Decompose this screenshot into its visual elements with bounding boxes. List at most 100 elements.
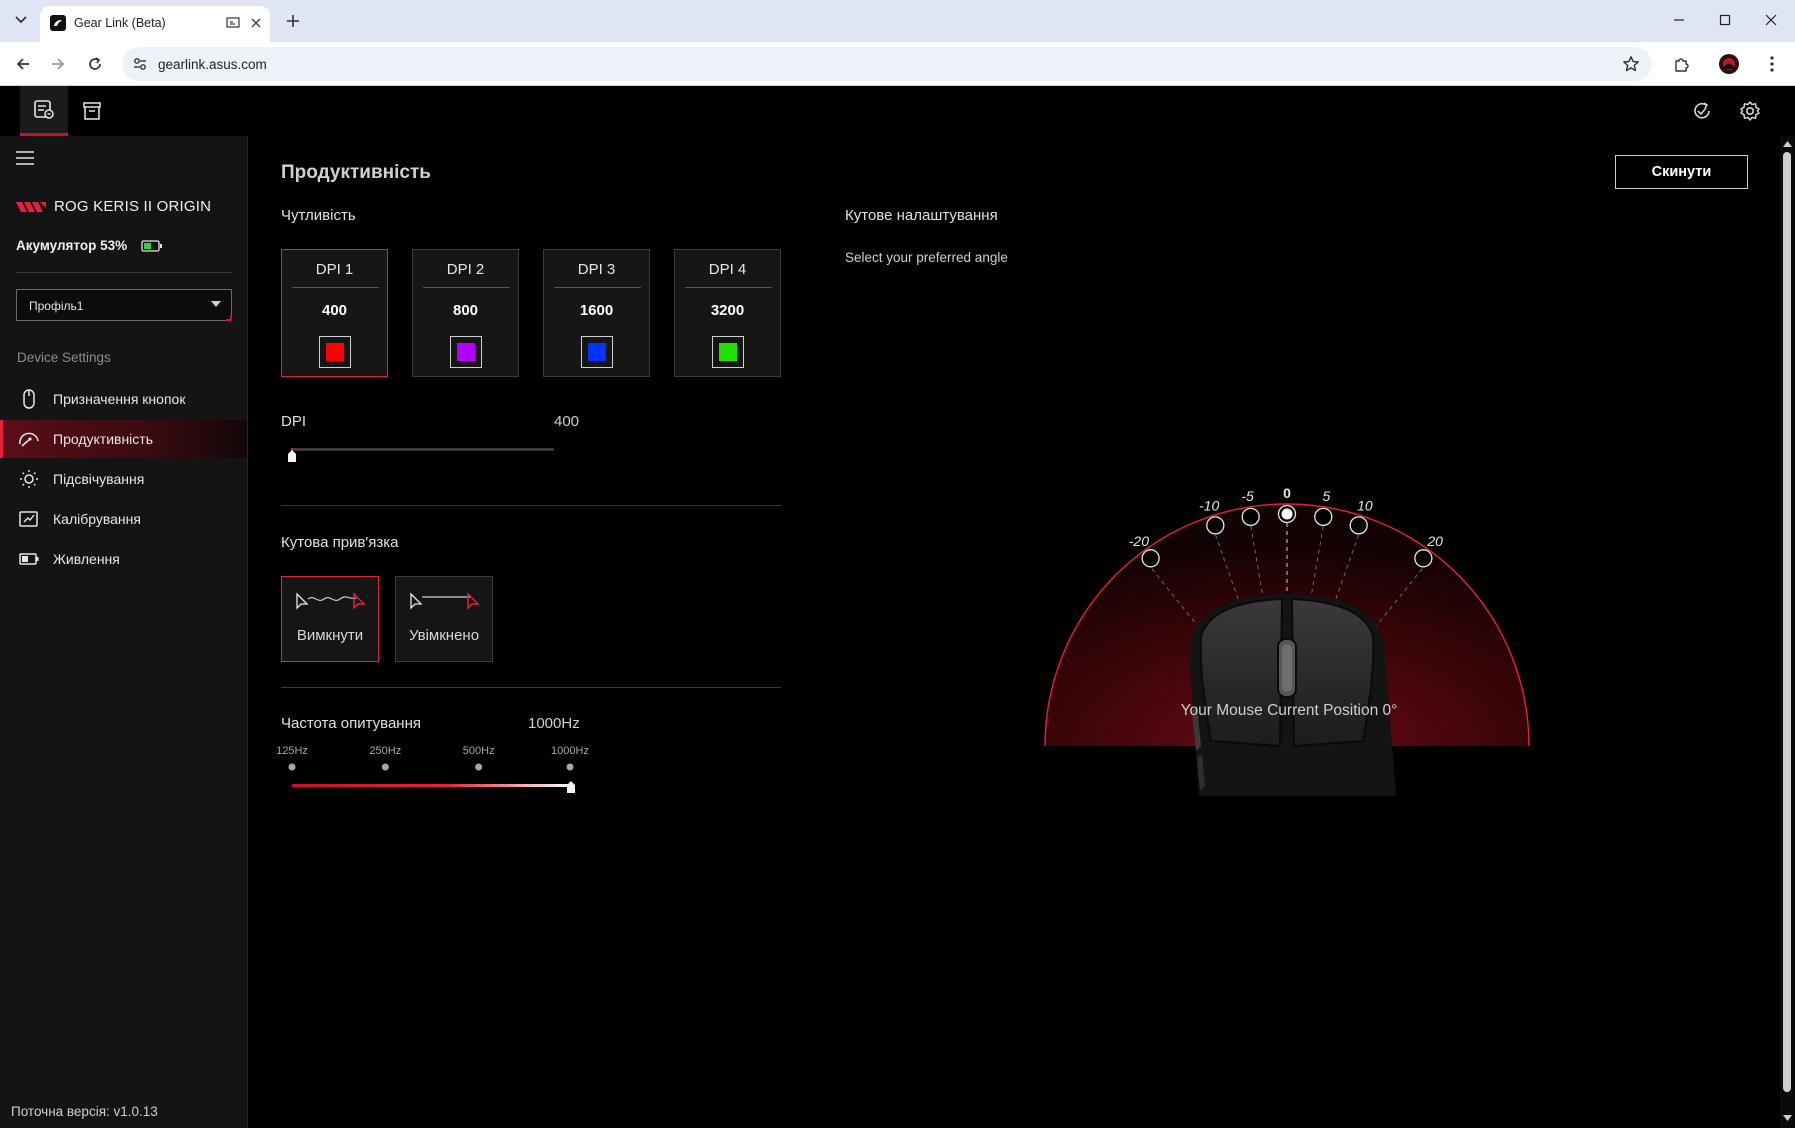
dpi-color-swatch [719, 343, 737, 361]
devices-tab[interactable] [20, 86, 68, 136]
sidebar-item-label: Калібрування [53, 511, 141, 527]
angle-option-label[interactable]: 20 [1426, 533, 1443, 549]
angle-option--5[interactable] [1241, 507, 1260, 527]
lighting-icon [20, 470, 38, 488]
angle-option-20[interactable] [1414, 549, 1433, 568]
menu-toggle-button[interactable] [16, 151, 38, 169]
device-settings-icon [34, 99, 54, 119]
scrollbar-thumb[interactable] [1783, 152, 1791, 1092]
arrow-right-icon [52, 58, 65, 70]
sensitivity-title: Чутливість [281, 207, 356, 224]
browser-tab[interactable]: Gear Link (Beta) [40, 6, 270, 42]
angle-snapping-off-option[interactable]: Вимкнути [281, 576, 379, 662]
sidebar-item-power[interactable]: Живлення [0, 540, 247, 578]
store-tab[interactable] [68, 86, 116, 136]
profile-avatar-button[interactable] [1717, 52, 1741, 76]
polling-rate-slider[interactable]: 125Hz 250Hz 500Hz 1000Hz [275, 743, 595, 803]
sidebar-item-button-assignment[interactable]: Призначення кнопок [0, 380, 247, 418]
close-tab-icon[interactable] [250, 17, 262, 29]
dpi-slider-track [291, 448, 554, 451]
dpi-stage-card[interactable]: DPI 4 3200 [674, 249, 781, 377]
dpi-slider[interactable] [281, 436, 581, 466]
dpi-slider-handle[interactable] [288, 450, 296, 462]
caret-down-icon [211, 301, 221, 307]
maximize-icon [1719, 14, 1731, 26]
dpi-color-picker[interactable] [712, 336, 744, 368]
update-sync-button[interactable] [1689, 98, 1715, 124]
bookmark-star-icon[interactable] [1622, 55, 1640, 73]
close-window-button[interactable] [1756, 8, 1786, 32]
scroll-down-icon[interactable] [1780, 1112, 1795, 1124]
main-content: Продуктивність Скинути Чутливість DPI 1 … [249, 136, 1780, 1128]
polling-option-dot[interactable] [475, 763, 483, 771]
sidebar-item-performance[interactable]: Продуктивність [0, 420, 247, 458]
forward-button[interactable] [46, 52, 70, 76]
puzzle-icon [1675, 58, 1689, 72]
dpi-color-swatch [326, 343, 344, 361]
straight-cursor-icon [410, 592, 480, 610]
browser-menu-button[interactable] [1760, 52, 1784, 76]
angle-option-label[interactable]: -5 [1241, 488, 1254, 504]
polling-option-label[interactable]: 250Hz [369, 745, 401, 757]
angle-option-label[interactable]: 10 [1357, 497, 1373, 513]
new-tab-button[interactable] [282, 10, 304, 32]
polling-slider-handle[interactable] [567, 781, 575, 793]
address-bar[interactable]: gearlink.asus.com [122, 47, 1652, 81]
sidebar-item-calibration[interactable]: Калібрування [0, 500, 247, 538]
mouse-illustration [1189, 594, 1396, 796]
sidebar-item-lighting[interactable]: Підсвічування [0, 460, 247, 498]
dpi-color-picker[interactable] [319, 336, 351, 368]
dpi-card-divider [554, 287, 641, 288]
close-icon [1765, 14, 1777, 26]
minimize-button[interactable] [1664, 8, 1694, 32]
angle-option-10[interactable] [1349, 516, 1368, 535]
reload-button[interactable] [83, 52, 107, 76]
dpi-stage-card[interactable]: DPI 2 800 [412, 249, 519, 377]
polling-option-label[interactable]: 500Hz [463, 745, 495, 757]
dpi-color-picker[interactable] [581, 336, 613, 368]
plus-icon [287, 15, 299, 27]
polling-option-dot[interactable] [381, 763, 389, 771]
settings-button[interactable] [1737, 98, 1763, 124]
angle-option-label[interactable]: 5 [1323, 488, 1331, 504]
dpi-color-swatch [457, 343, 475, 361]
chevron-down-icon [15, 16, 27, 24]
angle-option-label[interactable]: -10 [1199, 497, 1219, 513]
dpi-stage-card[interactable]: DPI 1 400 [281, 249, 388, 377]
scroll-up-icon[interactable] [1780, 138, 1795, 150]
maximize-button[interactable] [1710, 8, 1740, 32]
tab-search-button[interactable] [8, 7, 34, 33]
reload-icon [89, 57, 101, 70]
minimize-icon [1674, 19, 1684, 21]
polling-option-dot[interactable] [288, 763, 296, 771]
angle-option--20[interactable] [1141, 549, 1160, 568]
dpi-color-picker[interactable] [450, 336, 482, 368]
extensions-button[interactable] [1670, 52, 1694, 76]
angle-snapping-on-option[interactable]: Увімкнено [395, 576, 493, 662]
angle-option--10[interactable] [1206, 516, 1225, 535]
polling-option-dot[interactable] [566, 763, 574, 771]
polling-rate-value: 1000Hz [528, 715, 580, 732]
calibration-icon [19, 511, 38, 527]
arrow-left-icon [16, 58, 29, 70]
angle-option-5[interactable] [1314, 507, 1333, 527]
scrollbar[interactable] [1780, 136, 1795, 1128]
profile-dropdown[interactable]: Профіль1 [16, 289, 232, 321]
site-info-icon[interactable] [132, 56, 148, 72]
polling-option-label[interactable]: 1000Hz [551, 745, 589, 757]
media-icon[interactable] [226, 17, 240, 29]
dpi-stage-card[interactable]: DPI 3 1600 [543, 249, 650, 377]
sidebar-item-label: Підсвічування [53, 471, 145, 487]
dpi-slider-label: DPI [281, 413, 307, 430]
angle-option-label[interactable]: 0 [1283, 485, 1291, 501]
browser-tab-bar: Gear Link (Beta) [0, 0, 1795, 42]
wavy-cursor-icon [296, 592, 366, 610]
angle-option-label[interactable]: -20 [1129, 533, 1149, 549]
dpi-stage-value: 3200 [710, 302, 745, 319]
battery-fill [144, 242, 152, 249]
polling-option-label[interactable]: 125Hz [276, 745, 308, 757]
reset-button[interactable]: Скинути [1615, 155, 1748, 189]
app-header [0, 86, 1795, 136]
page-title: Продуктивність [281, 162, 431, 183]
back-button[interactable] [11, 52, 35, 76]
